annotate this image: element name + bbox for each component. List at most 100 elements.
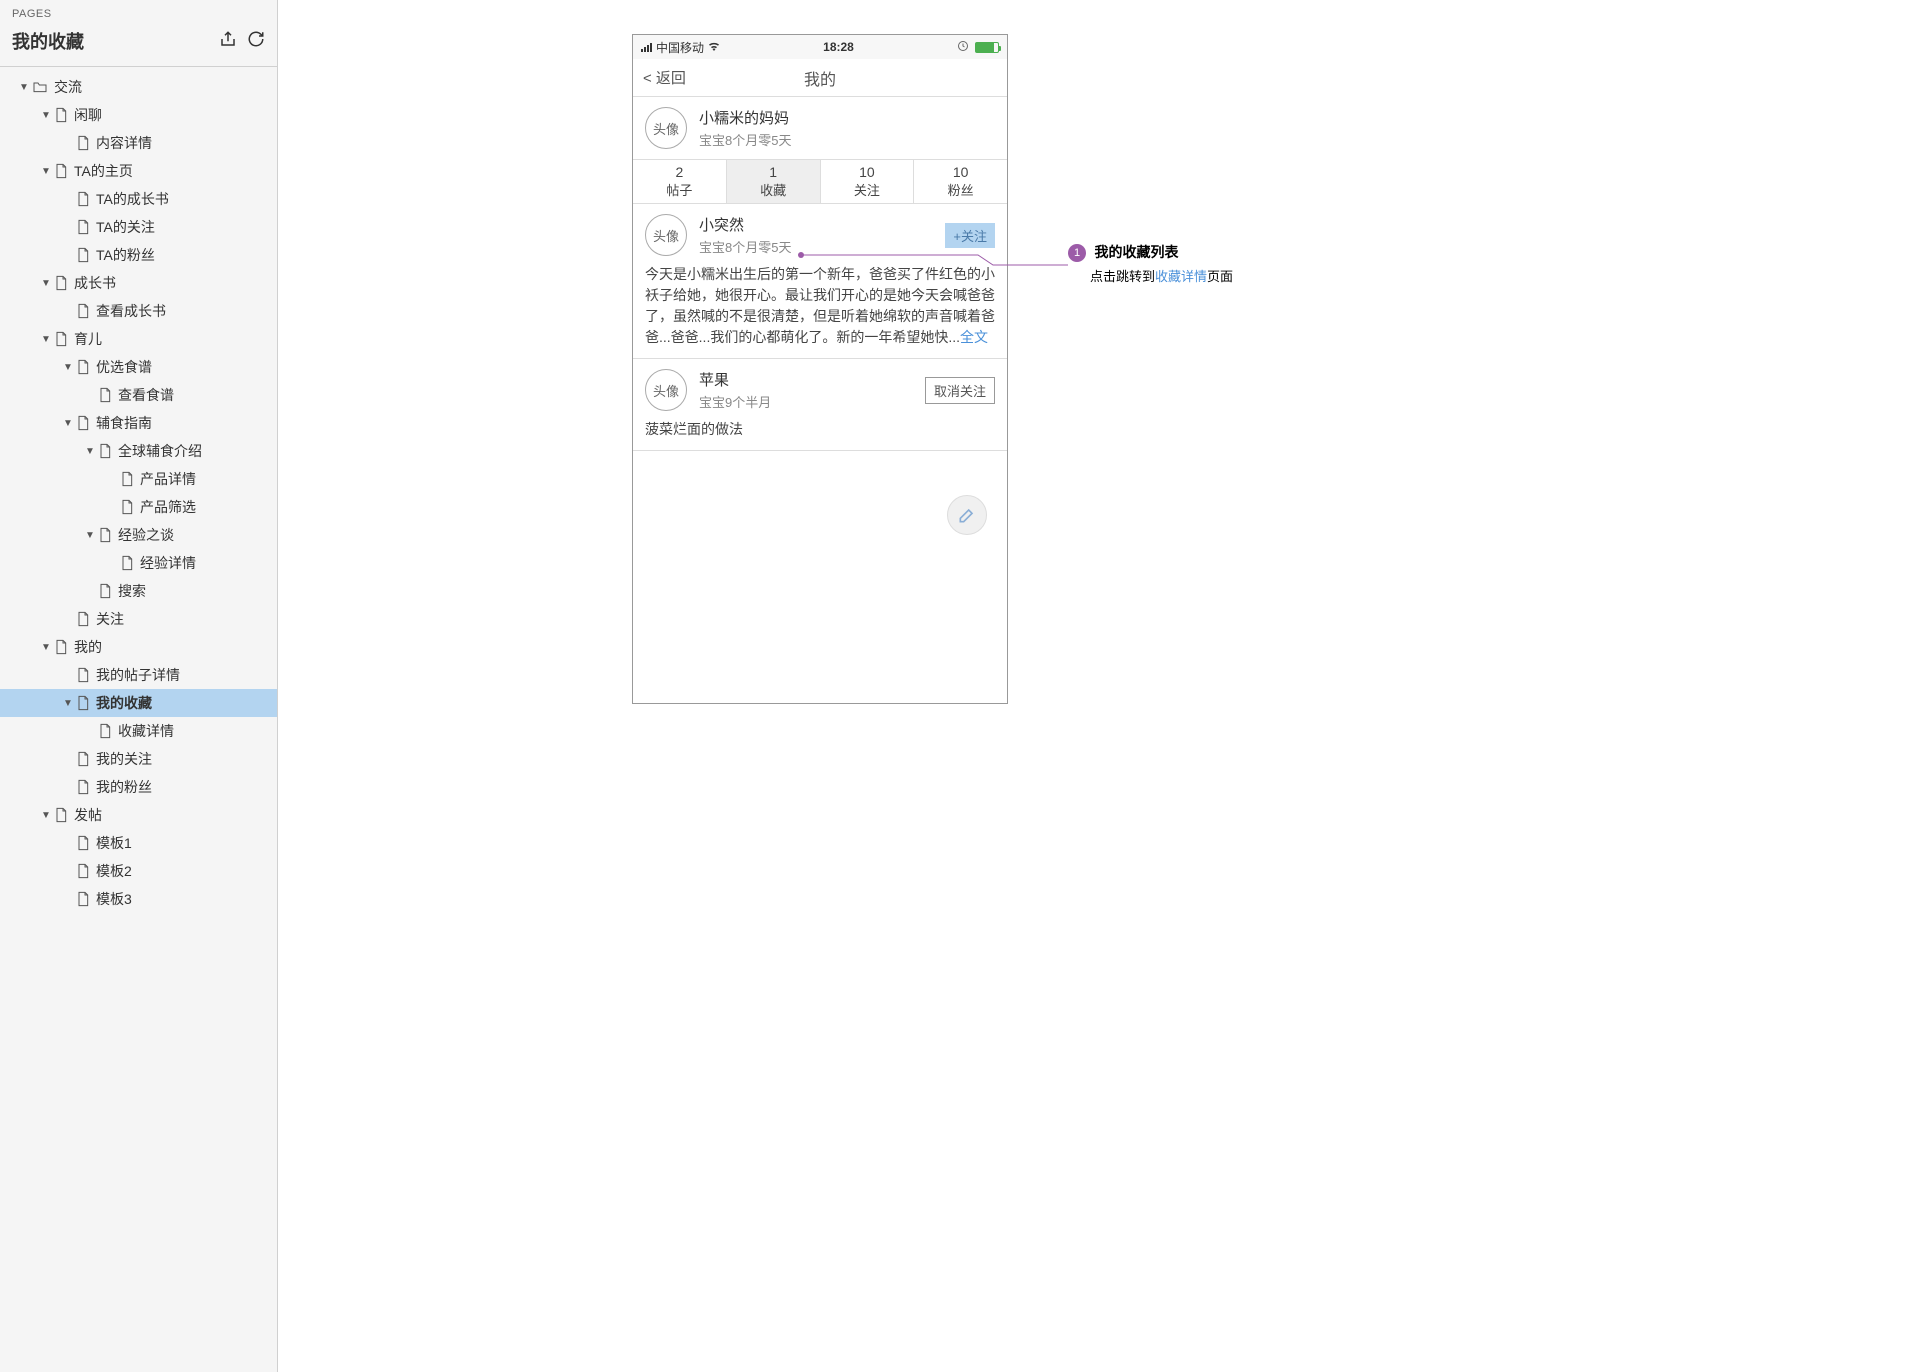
tree-item[interactable]: 产品筛选 — [0, 493, 277, 521]
page-icon — [76, 667, 90, 683]
page-icon — [76, 891, 90, 907]
stat-tab[interactable]: 1收藏 — [726, 160, 820, 203]
tree-item[interactable]: ▼ 交流 — [0, 73, 277, 101]
tree-item-label: TA的关注 — [96, 217, 155, 237]
expand-arrow-icon[interactable]: ▼ — [40, 810, 52, 821]
expand-arrow-icon[interactable]: ▼ — [84, 446, 96, 457]
tree-item[interactable]: 搜索 — [0, 577, 277, 605]
stat-label: 粉丝 — [914, 180, 1007, 199]
stat-tab[interactable]: 10关注 — [820, 160, 914, 203]
annotation-link[interactable]: 收藏详情 — [1155, 269, 1207, 284]
tree-item[interactable]: ▼全球辅食介绍 — [0, 437, 277, 465]
tree-item[interactable]: 我的帖子详情 — [0, 661, 277, 689]
unfollow-button[interactable]: 取消关注 — [925, 377, 995, 404]
list-item[interactable]: 头像小突然宝宝8个月零5天 +关注今天是小糯米出生后的第一个新年，爸爸买了件红色的… — [633, 204, 1007, 359]
tree-item[interactable]: TA的关注 — [0, 213, 277, 241]
tree-item[interactable]: 我的粉丝 — [0, 773, 277, 801]
stats-row: 2帖子1收藏10关注10粉丝 — [633, 159, 1007, 204]
avatar[interactable]: 头像 — [645, 369, 687, 411]
stat-tab[interactable]: 2帖子 — [633, 160, 726, 203]
tree-item[interactable]: ▼TA的主页 — [0, 157, 277, 185]
tree-item[interactable]: ▼经验之谈 — [0, 521, 277, 549]
page-icon — [54, 331, 68, 347]
expand-arrow-icon[interactable]: ▼ — [62, 698, 74, 709]
fulltext-link[interactable]: 全文 — [960, 329, 988, 345]
expand-arrow-icon[interactable]: ▼ — [40, 110, 52, 121]
tree-item[interactable]: ▼发帖 — [0, 801, 277, 829]
page-icon — [76, 247, 90, 263]
page-title-row: 我的收藏 — [0, 24, 277, 67]
tree-item[interactable]: 模板3 — [0, 885, 277, 913]
page-tree[interactable]: ▼ 交流 ▼ 闲聊内容详情▼TA的主页TA的成长书 TA的关注 TA的粉丝 ▼ 成长书查看成长… — [0, 67, 277, 1372]
tree-item[interactable]: 查看食谱 — [0, 381, 277, 409]
wifi-icon — [708, 41, 720, 54]
tree-item[interactable]: 收藏详情 — [0, 717, 277, 745]
nav-title: 我的 — [804, 66, 836, 90]
item-name: 苹果 — [699, 369, 913, 390]
expand-arrow-icon[interactable]: ▼ — [18, 82, 30, 93]
tree-item-label: 我的帖子详情 — [96, 665, 180, 685]
tree-item-label: 关注 — [96, 609, 124, 629]
tree-item[interactable]: 内容详情 — [0, 129, 277, 157]
annotation-text-pre: 点击跳转到 — [1090, 269, 1155, 284]
page-icon — [76, 191, 90, 207]
annotation-text-post: 页面 — [1207, 269, 1233, 284]
tree-item[interactable]: ▼ 成长书 — [0, 269, 277, 297]
page-icon — [98, 527, 112, 543]
page-icon — [76, 359, 90, 375]
tree-item[interactable]: 模板1 — [0, 829, 277, 857]
tree-item[interactable]: ▼我的 — [0, 633, 277, 661]
stat-tab[interactable]: 10粉丝 — [913, 160, 1007, 203]
tree-item[interactable]: ▼育儿 — [0, 325, 277, 353]
tree-item-label: 闲聊 — [74, 105, 102, 125]
back-button[interactable]: < 返回 — [633, 67, 686, 88]
stat-label: 帖子 — [633, 180, 726, 199]
item-body: 今天是小糯米出生后的第一个新年，爸爸买了件红色的小袄子给她，她很开心。最让我们开… — [645, 264, 995, 348]
tree-item[interactable]: ▼辅食指南 — [0, 409, 277, 437]
tree-item-label: 收藏详情 — [118, 721, 174, 741]
tree-item[interactable]: 模板2 — [0, 857, 277, 885]
expand-arrow-icon[interactable]: ▼ — [40, 334, 52, 345]
stat-number: 10 — [914, 164, 1007, 180]
expand-arrow-icon[interactable]: ▼ — [40, 278, 52, 289]
tree-item-label: 成长书 — [74, 273, 116, 293]
tree-item[interactable]: ▼我的收藏 — [0, 689, 277, 717]
share-icon[interactable] — [219, 30, 237, 53]
expand-arrow-icon[interactable]: ▼ — [40, 642, 52, 653]
tree-item[interactable]: TA的成长书 — [0, 185, 277, 213]
tree-item[interactable]: 关注 — [0, 605, 277, 633]
list-item[interactable]: 头像苹果宝宝9个半月取消关注菠菜烂面的做法 — [633, 359, 1007, 451]
canvas: 中国移动 18:28 < 返回 我的 头像 小糯米的妈妈 宝宝8个月零 — [278, 0, 1916, 1372]
annotation: 1 我的收藏列表 点击跳转到收藏详情页面 — [1068, 242, 1233, 285]
stat-number: 2 — [633, 164, 726, 180]
page-icon — [54, 639, 68, 655]
tree-item[interactable]: 查看成长书 — [0, 297, 277, 325]
item-info: 小突然宝宝8个月零5天 — [699, 214, 933, 256]
expand-arrow-icon[interactable]: ▼ — [62, 362, 74, 373]
expand-arrow-icon[interactable]: ▼ — [62, 418, 74, 429]
profile-sub: 宝宝8个月零5天 — [699, 130, 791, 149]
tree-item[interactable]: 经验详情 — [0, 549, 277, 577]
expand-arrow-icon[interactable]: ▼ — [84, 530, 96, 541]
compose-fab[interactable] — [947, 495, 987, 535]
item-body: 菠菜烂面的做法 — [645, 419, 995, 440]
follow-button[interactable]: +关注 — [945, 223, 995, 248]
tree-item[interactable]: TA的粉丝 — [0, 241, 277, 269]
tree-item[interactable]: ▼ 闲聊 — [0, 101, 277, 129]
avatar[interactable]: 头像 — [645, 214, 687, 256]
tree-item-label: 交流 — [54, 77, 82, 97]
page-icon — [98, 723, 112, 739]
tree-item[interactable]: 我的关注 — [0, 745, 277, 773]
item-name: 小突然 — [699, 214, 933, 235]
avatar[interactable]: 头像 — [645, 107, 687, 149]
page-icon — [76, 611, 90, 627]
refresh-icon[interactable] — [247, 30, 265, 53]
sidebar-header: PAGES — [0, 0, 277, 24]
tree-item-label: 查看食谱 — [118, 385, 174, 405]
tree-item[interactable]: ▼优选食谱 — [0, 353, 277, 381]
tree-item-label: 我的粉丝 — [96, 777, 152, 797]
annotation-body: 点击跳转到收藏详情页面 — [1090, 266, 1233, 285]
tree-item[interactable]: 产品详情 — [0, 465, 277, 493]
expand-arrow-icon[interactable]: ▼ — [40, 166, 52, 177]
phone-mockup: 中国移动 18:28 < 返回 我的 头像 小糯米的妈妈 宝宝8个月零 — [632, 34, 1008, 704]
